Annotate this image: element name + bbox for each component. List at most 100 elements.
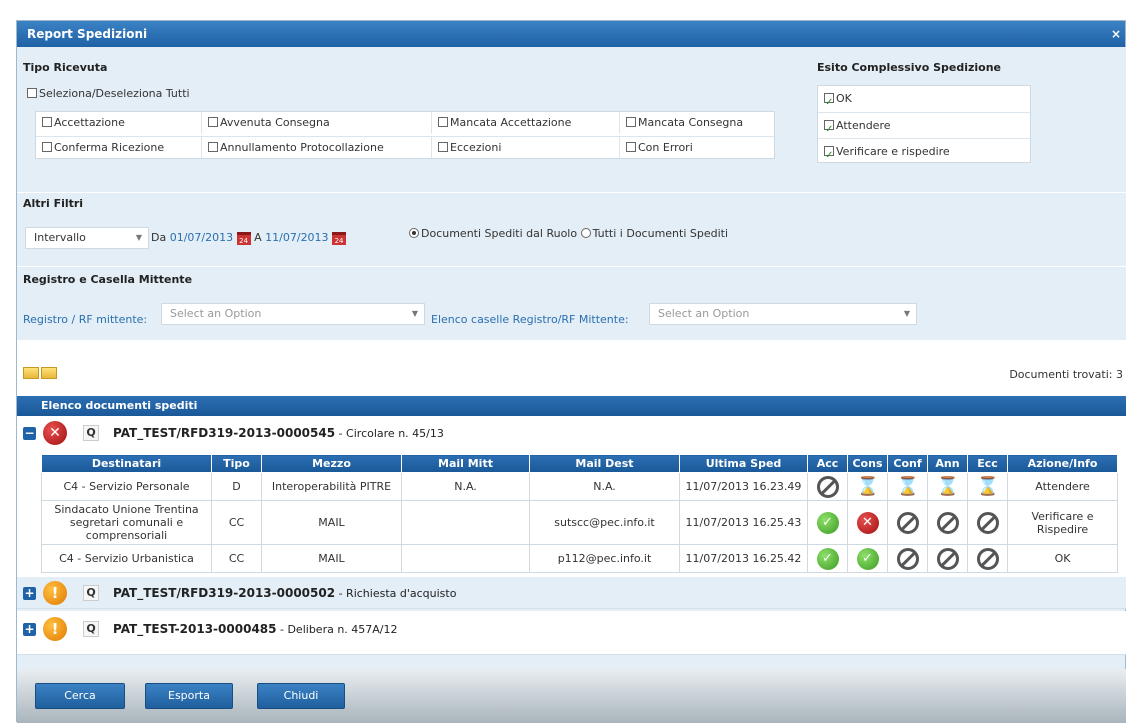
error-status-icon[interactable]: ✕ (856, 511, 879, 534)
not-available-icon[interactable] (816, 475, 839, 498)
esporta-button[interactable]: Esporta (145, 683, 233, 709)
cell-status (927, 500, 968, 545)
checkbox-icon[interactable] (27, 88, 37, 98)
cell-mail-dest: p112@pec.info.it (529, 544, 680, 573)
cell-mail-mitt: N.A. (401, 472, 530, 501)
cell-status (807, 472, 848, 501)
cell-status: ⌛ (967, 472, 1008, 501)
col-mail-mitt[interactable]: Mail Mitt (401, 454, 530, 473)
magnifier-icon[interactable]: Q (83, 585, 99, 601)
chevron-down-icon: ▼ (903, 309, 910, 318)
col-tipo[interactable]: Tipo (211, 454, 262, 473)
cb-eccezioni[interactable]: Eccezioni (432, 136, 620, 158)
not-available-icon[interactable] (976, 547, 999, 570)
radio-tutti-label[interactable]: Tutti i Documenti Spediti (593, 227, 728, 240)
chiudi-button[interactable]: Chiudi (257, 683, 345, 709)
col-acc[interactable]: Acc (807, 454, 848, 473)
radio-ruolo-label[interactable]: Documenti Spediti dal Ruolo (421, 227, 577, 240)
cb-label: Annullamento Protocollazione (220, 141, 384, 154)
cb-accettazione[interactable]: Accettazione (36, 112, 202, 134)
select-all-label: Seleziona/Deseleziona Tutti (39, 87, 190, 100)
intervallo-select[interactable]: Intervallo ▼ (25, 227, 149, 249)
altri-filtri-section: Altri Filtri Intervallo ▼ Da 01/07/2013 2… (17, 193, 1126, 267)
checkbox-icon[interactable] (438, 117, 448, 127)
document-id[interactable]: PAT_TEST-2013-0000485 - Delibera n. 457A… (113, 622, 398, 636)
expand-icon[interactable]: + (23, 587, 36, 600)
folder-open-icon[interactable] (23, 367, 39, 379)
cb-mancata-accettazione[interactable]: Mancata Accettazione (432, 112, 620, 134)
cell-mail-mitt (401, 544, 530, 573)
expand-icon[interactable]: + (23, 623, 36, 636)
col-azione[interactable]: Azione/Info (1007, 454, 1118, 473)
documents-list-header: Elenco documenti spediti (17, 396, 1126, 416)
hourglass-icon[interactable]: ⌛ (857, 476, 879, 498)
col-mezzo[interactable]: Mezzo (261, 454, 402, 473)
ok-status-icon[interactable]: ✓ (856, 547, 879, 570)
cb-mancata-consegna[interactable]: Mancata Consegna (620, 112, 776, 134)
receipt-type-grid: Accettazione Avvenuta Consegna Mancata A… (35, 111, 776, 159)
checkbox-icon[interactable] (208, 117, 218, 127)
select-all-checkbox[interactable]: Seleziona/Deseleziona Tutti (27, 87, 190, 100)
checkbox-icon[interactable] (626, 142, 636, 152)
checkbox-checked-icon[interactable] (824, 117, 834, 143)
tipo-ricevuta-title: Tipo Ricevuta (23, 61, 108, 74)
radio-selected-icon[interactable] (409, 228, 419, 238)
doc-id-text: PAT_TEST/RFD319-2013-0000545 (113, 426, 336, 440)
checkbox-icon[interactable] (438, 142, 448, 152)
calendar-icon[interactable]: 24 (332, 231, 347, 245)
registro-placeholder: Select an Option (170, 307, 262, 320)
cb-verificare[interactable]: Verificare e rispedire (818, 138, 1032, 169)
cb-con-errori[interactable]: Con Errori (620, 136, 776, 158)
dialog-footer: Cerca Esporta Chiudi (17, 669, 1126, 723)
a-date-field[interactable]: 11/07/2013 (265, 231, 328, 244)
not-available-icon[interactable] (976, 511, 999, 534)
col-destinatari[interactable]: Destinatari (41, 454, 212, 473)
calendar-icon[interactable]: 24 (236, 231, 251, 245)
checkbox-icon[interactable] (208, 142, 218, 152)
close-icon[interactable]: × (1111, 21, 1121, 47)
not-available-icon[interactable] (896, 511, 919, 534)
cell-status: ✓ (807, 544, 848, 573)
caselle-label: Elenco caselle Registro/RF Mittente: (431, 313, 629, 326)
checkbox-icon[interactable] (42, 117, 52, 127)
ok-status-icon[interactable]: ✓ (816, 511, 839, 534)
cb-label: Mancata Accettazione (450, 116, 572, 129)
cb-annullamento[interactable]: Annullamento Protocollazione (202, 136, 432, 158)
col-ann[interactable]: Ann (927, 454, 968, 473)
cell-status: ⌛ (887, 472, 928, 501)
cell-status: ⌛ (927, 472, 968, 501)
hourglass-icon[interactable]: ⌛ (977, 476, 999, 498)
cb-conferma-ricezione[interactable]: Conferma Ricezione (36, 136, 202, 158)
da-date-field[interactable]: 01/07/2013 (170, 231, 233, 244)
folder-icon[interactable] (41, 367, 57, 379)
cb-avvenuta-consegna[interactable]: Avvenuta Consegna (202, 112, 432, 134)
checkbox-checked-icon[interactable] (824, 90, 834, 116)
cerca-button[interactable]: Cerca (35, 683, 125, 709)
cb-attendere[interactable]: Attendere (818, 112, 1032, 143)
document-id[interactable]: PAT_TEST/RFD319-2013-0000502 - Richiesta… (113, 586, 456, 600)
not-available-icon[interactable] (896, 547, 919, 570)
ok-status-icon[interactable]: ✓ (816, 547, 839, 570)
col-mail-dest[interactable]: Mail Dest (529, 454, 680, 473)
registro-select[interactable]: Select an Option ▼ (161, 303, 425, 325)
cell-status: ✓ (847, 544, 888, 573)
caselle-select[interactable]: Select an Option ▼ (649, 303, 917, 325)
not-available-icon[interactable] (936, 547, 959, 570)
not-available-icon[interactable] (936, 511, 959, 534)
registro-section: Registro e Casella Mittente Registro / R… (17, 267, 1126, 341)
col-ecc[interactable]: Ecc (967, 454, 1008, 473)
col-cons[interactable]: Cons (847, 454, 888, 473)
checkbox-checked-icon[interactable] (824, 143, 834, 169)
col-ultima-sped[interactable]: Ultima Sped (679, 454, 808, 473)
col-conf[interactable]: Conf (887, 454, 928, 473)
checkbox-icon[interactable] (42, 142, 52, 152)
collapse-icon[interactable]: − (23, 427, 36, 440)
hourglass-icon[interactable]: ⌛ (937, 476, 959, 498)
magnifier-icon[interactable]: Q (83, 425, 99, 441)
cb-ok[interactable]: OK (818, 86, 1032, 116)
magnifier-icon[interactable]: Q (83, 621, 99, 637)
radio-icon[interactable] (580, 228, 591, 238)
hourglass-icon[interactable]: ⌛ (897, 476, 919, 498)
document-id[interactable]: PAT_TEST/RFD319-2013-0000545 - Circolare… (113, 426, 444, 440)
checkbox-icon[interactable] (626, 117, 636, 127)
